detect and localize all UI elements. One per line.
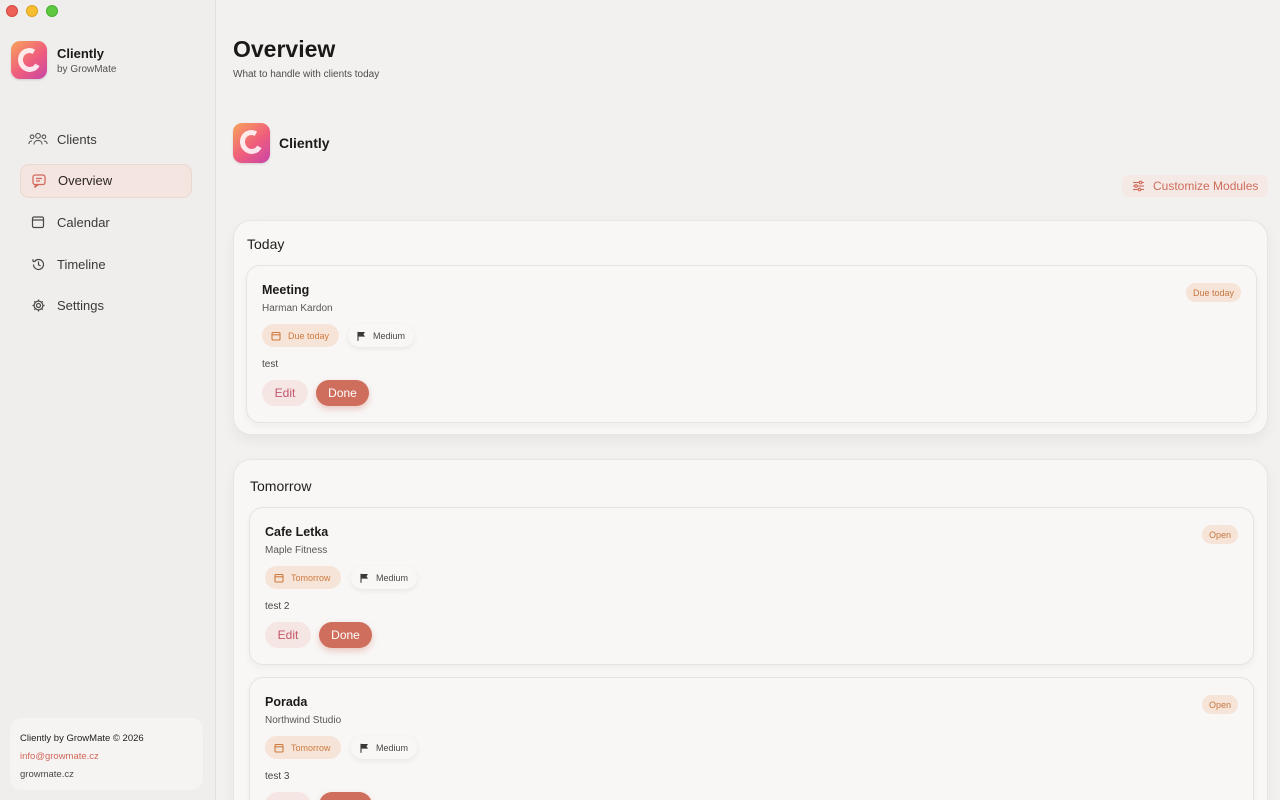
done-button[interactable]: Done — [316, 380, 369, 406]
sidebar-item-overview[interactable]: Overview — [20, 163, 192, 198]
app-name: Cliently — [279, 135, 330, 151]
close-window-button[interactable] — [6, 5, 18, 17]
task-note: test 3 — [265, 771, 290, 782]
brand-subtitle: by GrowMate — [57, 63, 117, 75]
section-tomorrow: Tomorrow Cafe Letka Maple Fitness Open T… — [233, 459, 1268, 800]
sidebar-brand: Cliently by GrowMate — [11, 41, 116, 79]
history-icon — [28, 254, 48, 274]
sidebar: Cliently by GrowMate Clients Overview Ca… — [0, 0, 216, 800]
brand-name: Cliently — [57, 45, 104, 61]
calendar-icon — [274, 573, 284, 583]
sidebar-item-label: Calendar — [57, 214, 110, 230]
task-note: test — [262, 359, 279, 370]
sidebar-item-label: Timeline — [57, 256, 106, 272]
footer-copyright: Cliently by GrowMate © 2026 — [20, 733, 144, 744]
flag-icon — [357, 331, 366, 341]
due-date-chip: Due today — [262, 324, 340, 347]
status-badge: Open — [1201, 695, 1238, 714]
chat-icon — [29, 171, 49, 191]
gear-icon — [28, 296, 48, 316]
priority-chip: Medium — [348, 324, 415, 347]
priority-label: Medium — [376, 742, 409, 753]
sidebar-item-timeline[interactable]: Timeline — [20, 247, 192, 281]
flag-icon — [360, 573, 369, 583]
sidebar-item-label: Overview — [58, 173, 113, 189]
task-card: Porada Northwind Studio Open Tomorrow Me… — [249, 677, 1254, 800]
priority-chip: Medium — [351, 736, 418, 759]
main-content: Overview What to handle with clients tod… — [217, 0, 1280, 800]
priority-label: Medium — [373, 330, 406, 341]
priority-chip: Medium — [351, 566, 418, 589]
task-title: Porada — [265, 695, 308, 709]
flag-icon — [360, 743, 369, 753]
calendar-icon — [28, 212, 48, 232]
edit-button[interactable]: Edit — [265, 622, 311, 648]
calendar-icon — [274, 743, 284, 753]
sidebar-item-clients[interactable]: Clients — [20, 122, 192, 156]
sidebar-footer: Cliently by GrowMate © 2026 info@growmat… — [10, 718, 203, 790]
due-date-label: Tomorrow — [291, 572, 331, 583]
sliders-icon — [1132, 180, 1145, 192]
section-title: Tomorrow — [250, 478, 312, 494]
task-card: Meeting Harman Kardon Due today Due toda… — [246, 265, 1257, 423]
footer-email-link[interactable]: info@growmate.cz — [20, 748, 193, 766]
sidebar-item-label: Settings — [57, 298, 104, 314]
priority-label: Medium — [376, 572, 409, 583]
task-title: Meeting — [262, 283, 310, 297]
users-icon — [28, 129, 48, 149]
edit-button[interactable]: Edit — [265, 792, 311, 800]
task-note: test 2 — [265, 601, 290, 612]
customize-modules-button[interactable]: Customize Modules — [1122, 175, 1268, 197]
sidebar-nav: Clients Overview Calendar Timeline Setti… — [20, 122, 192, 330]
sidebar-item-settings[interactable]: Settings — [20, 289, 192, 323]
zoom-window-button[interactable] — [46, 5, 58, 17]
status-badge: Due today — [1185, 283, 1241, 302]
due-date-label: Due today — [288, 330, 330, 341]
task-title: Cafe Letka — [265, 525, 329, 539]
due-date-chip: Tomorrow — [265, 566, 341, 589]
page-title: Overview — [233, 36, 336, 62]
task-client: Harman Kardon — [262, 303, 333, 314]
app-header: Cliently — [233, 123, 330, 163]
footer-website-link[interactable]: growmate.cz — [20, 766, 193, 784]
due-date-chip: Tomorrow — [265, 736, 341, 759]
status-badge: Open — [1201, 525, 1238, 544]
done-button[interactable]: Done — [319, 792, 372, 800]
task-client: Northwind Studio — [265, 715, 342, 726]
app-logo-icon — [233, 123, 270, 163]
window-controls — [6, 5, 58, 17]
calendar-icon — [271, 331, 281, 341]
task-client: Maple Fitness — [265, 545, 328, 556]
task-card: Cafe Letka Maple Fitness Open Tomorrow M… — [249, 507, 1254, 665]
sidebar-item-calendar[interactable]: Calendar — [20, 205, 192, 239]
minimize-window-button[interactable] — [26, 5, 38, 17]
edit-button[interactable]: Edit — [262, 380, 308, 406]
customize-modules-label: Customize Modules — [1153, 179, 1259, 193]
section-title: Today — [247, 236, 285, 252]
app-logo-icon — [11, 41, 47, 79]
due-date-label: Tomorrow — [291, 742, 331, 753]
section-today: Today Meeting Harman Kardon Due today Du… — [233, 220, 1268, 435]
page-subtitle: What to handle with clients today — [233, 69, 380, 80]
sidebar-item-label: Clients — [57, 131, 97, 147]
done-button[interactable]: Done — [319, 622, 372, 648]
